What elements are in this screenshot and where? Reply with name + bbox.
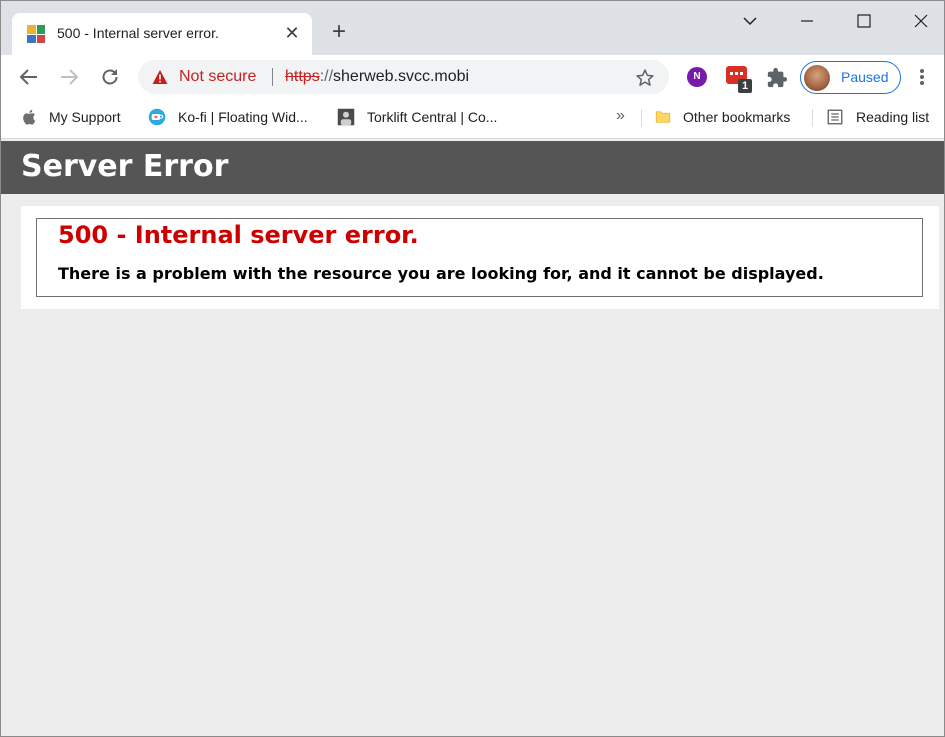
extensions-puzzle-icon[interactable] [766,67,788,89]
todo-extension-icon[interactable]: 1 [726,66,754,94]
profile-status: Paused [841,69,889,85]
favicon-icon [27,25,45,43]
minimize-icon[interactable] [795,9,819,33]
avatar [804,65,830,91]
close-window-icon[interactable] [909,9,933,33]
folder-icon [655,111,671,123]
other-bookmarks[interactable]: Other bookmarks [683,109,790,125]
url-scheme: https [285,68,320,85]
apple-icon [23,109,36,125]
bookmarks-divider [641,109,642,127]
tab-search-icon[interactable] [738,9,762,33]
reading-list-icon [827,109,843,125]
content-panel: 500 - Internal server error. There is a … [21,206,939,309]
forward-icon[interactable] [57,65,81,89]
extension-badge: 1 [738,79,752,93]
address-bar[interactable]: Not secure https://sherweb.svcc.mobi [138,60,669,94]
security-status[interactable]: Not secure [179,68,256,86]
error-message: There is a problem with the resource you… [58,264,824,283]
tab-strip: 500 - Internal server error. ✕ + [1,1,944,55]
tab-close-icon[interactable]: ✕ [282,23,302,43]
url-host: sherweb.svcc.mobi [333,68,470,85]
back-icon[interactable] [17,65,41,89]
url-text[interactable]: https://sherweb.svcc.mobi [285,68,469,86]
omnibox-divider [272,68,273,86]
new-tab-button[interactable]: + [328,20,350,44]
bookmark-star-icon[interactable] [635,68,655,88]
menu-kebab-icon[interactable] [917,67,927,87]
page-header: Server Error [1,141,944,194]
maximize-icon[interactable] [852,9,876,33]
tab-title: 500 - Internal server error. [57,25,219,41]
page-title: Server Error [21,149,229,184]
profile-button[interactable]: Paused [800,61,901,94]
kofi-icon [148,108,166,126]
onenote-letter: N [693,71,701,82]
bookmark-kofi[interactable]: Ko-fi | Floating Wid... [178,109,308,125]
error-box: 500 - Internal server error. There is a … [36,218,923,297]
torklift-icon [337,108,355,126]
url-separator: :// [319,68,334,85]
bookmark-my-support[interactable]: My Support [49,109,121,125]
bookmark-torklift[interactable]: Torklift Central | Co... [367,109,497,125]
reload-icon[interactable] [98,65,122,89]
bookmarks-bar: My Support Ko-fi | Floating Wid... Torkl… [1,99,944,139]
warning-icon[interactable] [152,69,168,85]
bookmarks-overflow-chevron-icon[interactable]: » [616,107,625,125]
onenote-extension-icon[interactable]: N [687,67,707,87]
bookmarks-divider [812,109,813,127]
reading-list[interactable]: Reading list [856,109,929,125]
error-heading: 500 - Internal server error. [58,221,419,249]
browser-tab[interactable]: 500 - Internal server error. ✕ [12,13,312,55]
